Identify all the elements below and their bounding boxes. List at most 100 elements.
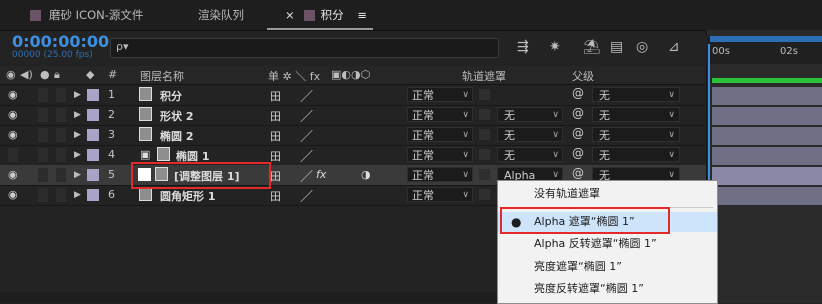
header-layer-name[interactable]: 图层名称 [140,68,184,84]
shy-switch-icon[interactable]: ⽥ [270,108,281,124]
pickwhip-icon[interactable]: @ [572,106,584,120]
tab-render-queue[interactable]: 渲染队列 [198,0,244,30]
label-color[interactable] [87,169,99,181]
preserve-transparency-toggle[interactable] [479,109,490,120]
layer-duration-bar[interactable] [712,127,822,145]
label-icon[interactable]: ◆ [86,68,94,81]
eye-icon[interactable]: ◉ [6,68,16,81]
quality-switch-icon[interactable]: ／ [300,126,313,145]
blend-mode-select[interactable]: 正常 ∨ [407,187,473,202]
tab-source-file[interactable]: 磨砂 ICON-源文件 [30,0,143,30]
header-track-matte[interactable]: 轨道遮罩 [462,68,506,84]
layer-duration-bar[interactable] [712,107,822,125]
layer-row[interactable]: ▶ 4 ▣ 椭圆 1 ⽥ ／ 正常 ∨ 无 ∨ @ 无 ∨ [0,145,706,166]
shy-layers-icon[interactable]: ⛱ [583,39,601,55]
lock-icon[interactable]: 🔒︎ [54,68,60,82]
track-matte-menu[interactable]: 没有轨道遮罩 ● Alpha 遮罩“椭圆 1” Alpha 反转遮罩“椭圆 1” … [497,180,718,304]
preserve-transparency-toggle[interactable] [479,129,490,140]
parent-select[interactable]: 无∨ [592,127,680,142]
eye-icon[interactable]: ◉ [8,188,18,201]
layer-row[interactable]: ◉ ▶ 2 形状 2 ⽥ ／ 正常 ∨ 无 ∨ @ 无 ∨ [0,105,706,126]
menu-item-alpha-inverted-matte[interactable]: Alpha 反转遮罩“椭圆 1” [498,234,717,254]
expand-triangle-icon[interactable]: ▶ [74,90,81,100]
layer-duration-bar[interactable] [712,187,822,205]
tab-label: 渲染队列 [198,8,244,22]
menu-item-no-matte[interactable]: 没有轨道遮罩 [498,184,717,204]
shape-layer-icon [139,107,152,121]
label-color[interactable] [87,189,99,201]
header-parent[interactable]: 父级 [572,68,594,84]
parent-select[interactable]: 无∨ [592,147,680,162]
shy-switch-icon[interactable]: ⽥ [270,88,281,104]
fx-icon[interactable]: fx [316,168,326,181]
search-input[interactable]: ρ▾ [110,38,499,58]
tab-active-comp[interactable]: × 积分 ≡ [267,0,373,30]
eye-icon[interactable]: ◉ [8,88,18,101]
audio-icon[interactable]: ◀) [20,68,33,81]
graph-editor-icon[interactable]: ⊿ [668,39,680,55]
solo-icon[interactable]: ● [40,68,50,81]
blend-mode-select[interactable]: 正常 ∨ [407,127,473,142]
quality-switch-icon[interactable]: ／ [300,166,313,185]
expand-triangle-icon[interactable]: ▶ [74,150,81,160]
layer-duration-bar[interactable] [712,87,822,105]
expand-triangle-icon[interactable]: ▶ [74,170,81,180]
label-color[interactable] [87,129,99,141]
track-matte-select[interactable]: 无 ∨ [497,107,563,122]
track-matte-select[interactable]: 无 ∨ [497,127,563,142]
draft-3d-icon[interactable]: ✷ [549,39,561,55]
frame-blending-icon[interactable]: ▤ [610,39,623,55]
menu-item-luma-matte[interactable]: 亮度遮罩“椭圆 1” [498,257,717,277]
layer-name[interactable]: 圆角矩形 1 [160,188,215,204]
pickwhip-icon[interactable]: @ [572,86,584,100]
current-time[interactable]: 0:00:00:00 [12,32,109,51]
expand-triangle-icon[interactable]: ▶ [74,110,81,120]
eye-icon[interactable]: ◉ [8,128,18,141]
label-color[interactable] [87,89,99,101]
layer-duration-bar[interactable] [712,147,822,165]
quality-switch-icon[interactable]: ／ [300,146,313,165]
blend-mode-select[interactable]: 正常 ∨ [407,147,473,162]
motion-blur-icon[interactable]: ◎ [636,39,648,55]
pickwhip-icon[interactable]: @ [572,126,584,140]
shy-switch-icon[interactable]: ⽥ [270,168,281,184]
eye-icon[interactable]: ◉ [8,108,18,121]
layer-row[interactable]: ◉ ▶ 1 积分 ⽥ ／ 正常 ∨ @ 无 ∨ [0,85,706,106]
parent-select[interactable]: 无∨ [592,87,680,102]
blend-mode-select[interactable]: 正常 ∨ [407,107,473,122]
menu-item-luma-inverted-matte[interactable]: 亮度反转遮罩“椭圆 1” [498,279,717,299]
pickwhip-icon[interactable]: @ [572,146,584,160]
preserve-transparency-toggle[interactable] [479,89,490,100]
work-area-bar[interactable] [710,36,822,42]
layer-name[interactable]: 形状 2 [160,108,193,124]
eye-icon[interactable]: ◉ [8,168,18,181]
layer-name[interactable]: 椭圆 2 [160,128,193,144]
menu-icon[interactable]: ≡ [357,8,367,22]
shape-layer-icon [139,187,152,201]
preserve-transparency-toggle[interactable] [479,169,490,180]
layer-duration-bar[interactable] [712,167,822,185]
shy-switch-icon[interactable]: ⽥ [270,188,281,204]
label-color[interactable] [87,149,99,161]
blend-mode-select[interactable]: 正常 ∨ [407,87,473,102]
quality-switch-icon[interactable]: ／ [300,106,313,125]
close-icon[interactable]: × [285,8,295,22]
comp-color-swatch [30,10,41,21]
expand-triangle-icon[interactable]: ▶ [74,190,81,200]
track-matte-select[interactable]: 无 ∨ [497,147,563,162]
preserve-transparency-toggle[interactable] [479,189,490,200]
layer-name[interactable]: 积分 [160,88,182,104]
adjustment-layer-icon[interactable]: ◑ [361,168,371,181]
quality-switch-icon[interactable]: ／ [300,86,313,105]
pickwhip-icon[interactable]: @ [572,166,584,180]
blend-mode-select[interactable]: 正常 ∨ [407,167,473,182]
label-color[interactable] [87,109,99,121]
shy-switch-icon[interactable]: ⽥ [270,148,281,164]
parent-select[interactable]: 无∨ [592,107,680,122]
preserve-transparency-toggle[interactable] [479,149,490,160]
comp-flowchart-icon[interactable]: ⇶ [517,39,529,55]
quality-switch-icon[interactable]: ／ [300,186,313,205]
expand-triangle-icon[interactable]: ▶ [74,130,81,140]
shy-switch-icon[interactable]: ⽥ [270,128,281,144]
layer-row[interactable]: ◉ ▶ 3 椭圆 2 ⽥ ／ 正常 ∨ 无 ∨ @ 无 ∨ [0,125,706,146]
